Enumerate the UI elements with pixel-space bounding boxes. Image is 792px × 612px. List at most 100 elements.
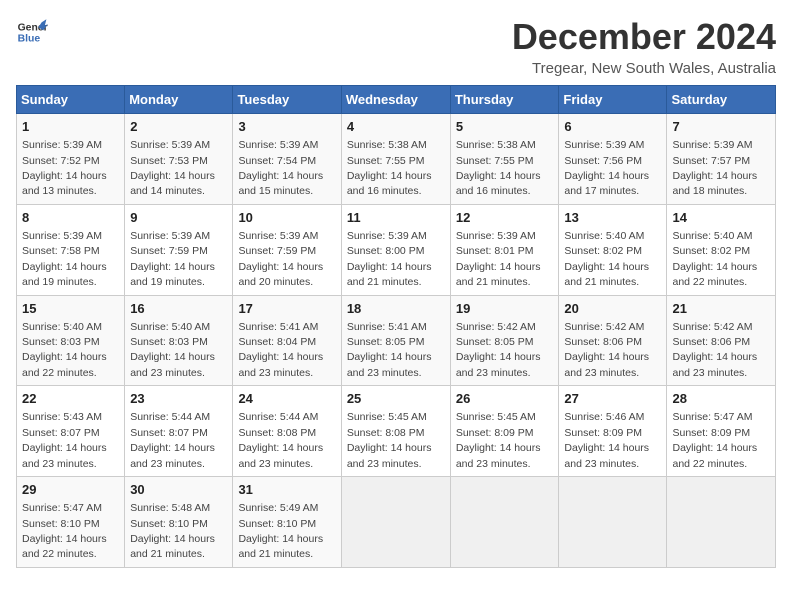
day-info: Sunrise: 5:39 AMSunset: 7:59 PMDaylight:… — [130, 230, 215, 288]
header-wednesday: Wednesday — [341, 86, 450, 114]
calendar-day-18: 18 Sunrise: 5:41 AMSunset: 8:05 PMDayligh… — [341, 295, 450, 386]
calendar-week-4: 22 Sunrise: 5:43 AMSunset: 8:07 PMDayligh… — [17, 386, 776, 477]
calendar-week-5: 29Sunrise: 5:47 AMSunset: 8:10 PMDayligh… — [17, 477, 776, 568]
day-info: Sunrise: 5:38 AMSunset: 7:55 PMDaylight:… — [347, 139, 432, 197]
day-number: 15 — [22, 300, 119, 318]
calendar-week-1: 1 Sunrise: 5:39 AMSunset: 7:52 PMDaylight… — [17, 114, 776, 205]
day-number: 26 — [456, 390, 554, 408]
calendar-day-30: 30Sunrise: 5:48 AMSunset: 8:10 PMDayligh… — [125, 477, 233, 568]
day-info: Sunrise: 5:44 AMSunset: 8:07 PMDaylight:… — [130, 411, 215, 469]
day-number: 17 — [238, 300, 335, 318]
day-number: 1 — [22, 118, 119, 136]
day-info: Sunrise: 5:40 AMSunset: 8:02 PMDaylight:… — [564, 230, 649, 288]
day-number: 23 — [130, 390, 227, 408]
calendar-day-14: 14 Sunrise: 5:40 AMSunset: 8:02 PMDayligh… — [667, 204, 776, 295]
header-sunday: Sunday — [17, 86, 125, 114]
calendar-day-1: 1 Sunrise: 5:39 AMSunset: 7:52 PMDaylight… — [17, 114, 125, 205]
header-friday: Friday — [559, 86, 667, 114]
calendar-day-4: 4 Sunrise: 5:38 AMSunset: 7:55 PMDaylight… — [341, 114, 450, 205]
day-info: Sunrise: 5:39 AMSunset: 8:00 PMDaylight:… — [347, 230, 432, 288]
calendar-day-10: 10Sunrise: 5:39 AMSunset: 7:59 PMDayligh… — [233, 204, 341, 295]
calendar-empty — [450, 477, 559, 568]
title-area: December 2024 Tregear, New South Wales, … — [512, 16, 776, 77]
day-number: 2 — [130, 118, 227, 136]
calendar-day-12: 12 Sunrise: 5:39 AMSunset: 8:01 PMDayligh… — [450, 204, 559, 295]
calendar-day-2: 2 Sunrise: 5:39 AMSunset: 7:53 PMDaylight… — [125, 114, 233, 205]
calendar-empty — [667, 477, 776, 568]
calendar-empty — [341, 477, 450, 568]
day-info: Sunrise: 5:39 AMSunset: 7:52 PMDaylight:… — [22, 139, 107, 197]
calendar-day-29: 29Sunrise: 5:47 AMSunset: 8:10 PMDayligh… — [17, 477, 125, 568]
calendar-table: SundayMondayTuesdayWednesdayThursdayFrid… — [16, 85, 776, 568]
day-number: 14 — [672, 209, 770, 227]
day-info: Sunrise: 5:41 AMSunset: 8:04 PMDaylight:… — [238, 321, 323, 379]
day-number: 18 — [347, 300, 445, 318]
calendar-day-26: 26 Sunrise: 5:45 AMSunset: 8:09 PMDayligh… — [450, 386, 559, 477]
day-number: 28 — [672, 390, 770, 408]
day-info: Sunrise: 5:39 AMSunset: 7:57 PMDaylight:… — [672, 139, 757, 197]
day-info: Sunrise: 5:42 AMSunset: 8:05 PMDaylight:… — [456, 321, 541, 379]
calendar-day-7: 7 Sunrise: 5:39 AMSunset: 7:57 PMDaylight… — [667, 114, 776, 205]
calendar-day-31: 31Sunrise: 5:49 AMSunset: 8:10 PMDayligh… — [233, 477, 341, 568]
header-tuesday: Tuesday — [233, 86, 341, 114]
day-number: 25 — [347, 390, 445, 408]
calendar-day-5: 5 Sunrise: 5:38 AMSunset: 7:55 PMDaylight… — [450, 114, 559, 205]
calendar-day-21: 21 Sunrise: 5:42 AMSunset: 8:06 PMDayligh… — [667, 295, 776, 386]
day-info: Sunrise: 5:40 AMSunset: 8:02 PMDaylight:… — [672, 230, 757, 288]
calendar-week-3: 15 Sunrise: 5:40 AMSunset: 8:03 PMDayligh… — [17, 295, 776, 386]
day-info: Sunrise: 5:39 AMSunset: 7:59 PMDaylight:… — [238, 230, 323, 288]
calendar-day-6: 6Sunrise: 5:39 AMSunset: 7:56 PMDaylight… — [559, 114, 667, 205]
day-info: Sunrise: 5:39 AMSunset: 7:53 PMDaylight:… — [130, 139, 215, 197]
day-number: 4 — [347, 118, 445, 136]
header-saturday: Saturday — [667, 86, 776, 114]
page-header: General Blue December 2024 Tregear, New … — [16, 16, 776, 77]
day-number: 12 — [456, 209, 554, 227]
day-info: Sunrise: 5:45 AMSunset: 8:09 PMDaylight:… — [456, 411, 541, 469]
calendar-day-9: 9Sunrise: 5:39 AMSunset: 7:59 PMDaylight… — [125, 204, 233, 295]
calendar-header-row: SundayMondayTuesdayWednesdayThursdayFrid… — [17, 86, 776, 114]
day-info: Sunrise: 5:42 AMSunset: 8:06 PMDaylight:… — [564, 321, 649, 379]
calendar-day-27: 27Sunrise: 5:46 AMSunset: 8:09 PMDayligh… — [559, 386, 667, 477]
calendar-day-3: 3Sunrise: 5:39 AMSunset: 7:54 PMDaylight… — [233, 114, 341, 205]
day-info: Sunrise: 5:41 AMSunset: 8:05 PMDaylight:… — [347, 321, 432, 379]
day-number: 19 — [456, 300, 554, 318]
day-info: Sunrise: 5:45 AMSunset: 8:08 PMDaylight:… — [347, 411, 432, 469]
calendar-week-2: 8Sunrise: 5:39 AMSunset: 7:58 PMDaylight… — [17, 204, 776, 295]
calendar-day-11: 11Sunrise: 5:39 AMSunset: 8:00 PMDayligh… — [341, 204, 450, 295]
calendar-day-19: 19 Sunrise: 5:42 AMSunset: 8:05 PMDayligh… — [450, 295, 559, 386]
day-info: Sunrise: 5:43 AMSunset: 8:07 PMDaylight:… — [22, 411, 107, 469]
calendar-day-13: 13 Sunrise: 5:40 AMSunset: 8:02 PMDayligh… — [559, 204, 667, 295]
day-info: Sunrise: 5:40 AMSunset: 8:03 PMDaylight:… — [130, 321, 215, 379]
day-info: Sunrise: 5:42 AMSunset: 8:06 PMDaylight:… — [672, 321, 757, 379]
day-info: Sunrise: 5:47 AMSunset: 8:10 PMDaylight:… — [22, 502, 107, 560]
day-info: Sunrise: 5:39 AMSunset: 8:01 PMDaylight:… — [456, 230, 541, 288]
calendar-day-15: 15Sunrise: 5:40 AMSunset: 8:03 PMDayligh… — [17, 295, 125, 386]
calendar-day-20: 20 Sunrise: 5:42 AMSunset: 8:06 PMDayligh… — [559, 295, 667, 386]
logo-icon: General Blue — [16, 16, 48, 48]
day-number: 27 — [564, 390, 661, 408]
subtitle: Tregear, New South Wales, Australia — [512, 60, 776, 77]
day-number: 5 — [456, 118, 554, 136]
day-number: 3 — [238, 118, 335, 136]
day-info: Sunrise: 5:49 AMSunset: 8:10 PMDaylight:… — [238, 502, 323, 560]
day-number: 7 — [672, 118, 770, 136]
day-info: Sunrise: 5:39 AMSunset: 7:56 PMDaylight:… — [564, 139, 649, 197]
day-number: 16 — [130, 300, 227, 318]
calendar-empty — [559, 477, 667, 568]
calendar-day-16: 16 Sunrise: 5:40 AMSunset: 8:03 PMDayligh… — [125, 295, 233, 386]
day-number: 8 — [22, 209, 119, 227]
header-thursday: Thursday — [450, 86, 559, 114]
main-title: December 2024 — [512, 16, 776, 58]
day-number: 22 — [22, 390, 119, 408]
calendar-day-23: 23 Sunrise: 5:44 AMSunset: 8:07 PMDayligh… — [125, 386, 233, 477]
calendar-day-25: 25 Sunrise: 5:45 AMSunset: 8:08 PMDayligh… — [341, 386, 450, 477]
calendar-day-17: 17 Sunrise: 5:41 AMSunset: 8:04 PMDayligh… — [233, 295, 341, 386]
day-info: Sunrise: 5:38 AMSunset: 7:55 PMDaylight:… — [456, 139, 541, 197]
logo: General Blue — [16, 16, 48, 48]
day-info: Sunrise: 5:47 AMSunset: 8:09 PMDaylight:… — [672, 411, 757, 469]
day-number: 21 — [672, 300, 770, 318]
day-number: 13 — [564, 209, 661, 227]
day-number: 20 — [564, 300, 661, 318]
calendar-day-8: 8Sunrise: 5:39 AMSunset: 7:58 PMDaylight… — [17, 204, 125, 295]
svg-text:Blue: Blue — [18, 34, 41, 45]
